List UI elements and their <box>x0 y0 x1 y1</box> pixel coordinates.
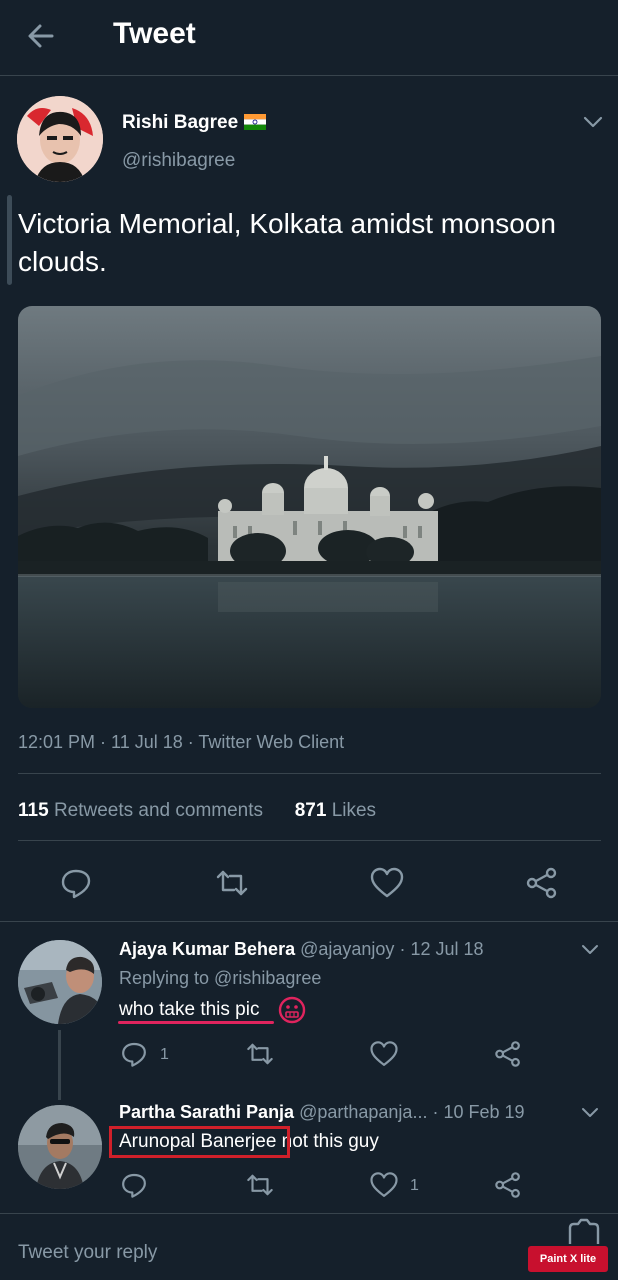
author-handle[interactable]: @rishibagree <box>122 150 235 172</box>
share-icon[interactable] <box>493 1170 523 1200</box>
scrollbar-thumb[interactable] <box>7 195 12 285</box>
share-icon[interactable] <box>524 865 560 901</box>
tweet-stats: 115 Retweets and comments 871 Likes <box>18 800 376 822</box>
reply-date: · 10 Feb 19 <box>432 1102 525 1122</box>
share-icon[interactable] <box>493 1039 523 1069</box>
tweet-photo[interactable] <box>18 306 601 708</box>
india-flag-icon <box>244 114 266 130</box>
reply-author-handle[interactable]: @parthapanja... <box>299 1102 427 1122</box>
replying-to[interactable]: Replying to @rishibagree <box>119 968 321 989</box>
annotation-underline <box>118 1021 274 1024</box>
camera-icon[interactable] <box>566 1216 602 1246</box>
reply-date: · 12 Jul 18 <box>399 939 484 959</box>
reply-author-handle[interactable]: @ajayanjoy <box>300 939 394 959</box>
chevron-down-icon[interactable] <box>582 114 604 130</box>
retweet-icon[interactable] <box>245 1039 275 1069</box>
like-heart-icon[interactable] <box>369 1170 399 1200</box>
reply-input[interactable]: Tweet your reply <box>18 1242 157 1264</box>
likes-count[interactable]: 871 <box>295 800 327 821</box>
reply-author-name[interactable]: Ajaya Kumar Behera <box>119 939 295 959</box>
reply-icon[interactable] <box>119 1170 149 1200</box>
like-heart-icon[interactable] <box>369 1039 399 1069</box>
back-arrow-icon[interactable] <box>22 18 62 54</box>
watermark-logo: Paint X lite <box>528 1246 608 1272</box>
thread-line <box>58 1030 61 1100</box>
retweet-icon[interactable] <box>245 1170 275 1200</box>
reply-count: 1 <box>160 1046 169 1063</box>
retweets-label[interactable]: Retweets and comments <box>54 800 263 821</box>
likes-label[interactable]: Likes <box>332 800 376 821</box>
reply-avatar[interactable] <box>18 940 102 1024</box>
like-heart-icon[interactable] <box>369 865 405 901</box>
author-name[interactable]: Rishi Bagree <box>122 112 238 134</box>
divider <box>0 921 618 922</box>
tweet-text: Victoria Memorial, Kolkata amidst monsoo… <box>18 208 556 277</box>
reply-header: Partha Sarathi Panja @parthapanja... · 1… <box>119 1102 525 1123</box>
reply-icon[interactable] <box>58 865 94 901</box>
grimacing-face-emoji <box>278 996 306 1024</box>
reply-header: Ajaya Kumar Behera @ajayanjoy · 12 Jul 1… <box>119 939 484 960</box>
divider <box>18 773 601 774</box>
divider <box>18 840 601 841</box>
annotation-box <box>109 1126 290 1158</box>
top-bar <box>0 0 618 76</box>
reply-avatar[interactable] <box>18 1105 102 1189</box>
reply-text: who take this pic <box>119 999 260 1020</box>
tweet-timestamp: 12:01 PM · 11 Jul 18 · Twitter Web Clien… <box>18 732 345 752</box>
author-avatar[interactable] <box>17 96 103 182</box>
reply-icon[interactable] <box>119 1039 149 1069</box>
chevron-down-icon[interactable] <box>580 943 600 957</box>
retweets-count[interactable]: 115 <box>18 800 49 821</box>
like-count: 1 <box>410 1177 419 1194</box>
reply-text-rest: not this guy <box>276 1131 379 1152</box>
chevron-down-icon[interactable] <box>580 1106 600 1120</box>
divider <box>0 1213 618 1214</box>
retweet-icon[interactable] <box>214 865 250 901</box>
page-title: Tweet <box>113 17 196 50</box>
reply-author-name[interactable]: Partha Sarathi Panja <box>119 1102 294 1122</box>
